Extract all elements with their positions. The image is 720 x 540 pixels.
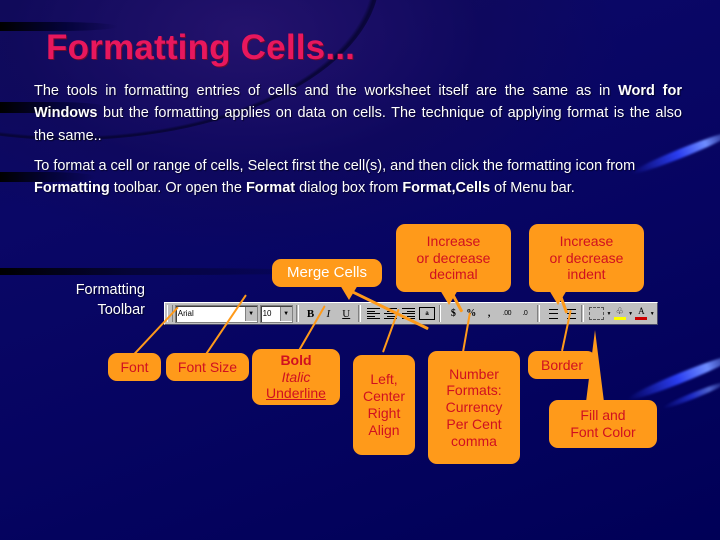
callout-align: Left, Center Right Align — [353, 355, 415, 455]
paragraph-howto-part-4: of Menu bar. — [490, 180, 575, 197]
paragraph-intro-part-2: but the formatting applies on data on ce… — [34, 105, 682, 144]
callout-align-line-1: Center — [362, 388, 406, 405]
callout-merge-cells: Merge Cells — [272, 259, 382, 287]
fill-color-chevron-down-icon[interactable]: ▼ — [627, 305, 635, 322]
font-name-combobox[interactable]: Arial ▼ — [174, 304, 258, 323]
toolbar-separator-3 — [438, 305, 442, 322]
fill-color-swatch — [613, 317, 626, 320]
underline-button[interactable]: U — [337, 304, 355, 323]
slide-canvas: Formatting Cells... The tools in formatt… — [0, 0, 720, 540]
callout-merge-cells-tail — [340, 285, 358, 300]
background-blue-streak-3 — [661, 379, 720, 411]
callout-number-formats-line-3: Per Cent — [446, 415, 502, 432]
merge-cells-icon: a — [418, 307, 435, 320]
increase-decimal-icon: .00 — [502, 310, 512, 317]
merge-and-center-button[interactable]: a — [418, 304, 436, 323]
percent-button[interactable]: % — [462, 304, 480, 323]
toolbar-separator-4 — [536, 305, 540, 322]
background-blue-streak-2 — [626, 350, 720, 404]
decrease-decimal-icon: .0 — [522, 310, 528, 317]
paragraph-howto: To format a cell or range of cells, Sele… — [34, 155, 674, 200]
callout-font: Font — [108, 353, 161, 381]
callout-increase-decimal-line-2: decimal — [429, 266, 478, 283]
callout-align-line-2: Right — [367, 405, 401, 421]
callout-border: Border — [528, 351, 596, 379]
paragraph-howto-part-3: dialog box from — [295, 180, 403, 197]
callout-increase-decimal: Increase or decrease decimal — [396, 224, 511, 292]
paragraph-howto-part-2: toolbar. Or open the — [109, 180, 246, 197]
font-size-chevron-down-icon[interactable]: ▼ — [279, 306, 292, 321]
callout-number-formats-line-1: Formats: — [446, 382, 502, 399]
callout-border-line-0: Border — [540, 356, 584, 373]
callout-align-line-3: Align — [368, 421, 400, 438]
callout-bold: Bold — [280, 351, 312, 368]
callout-increase-indent-line-0: Increase — [559, 232, 614, 249]
callout-increase-indent-line-2: indent — [567, 266, 606, 283]
paragraph-howto-part-1: To format a cell or range of cells, Sele… — [34, 158, 636, 174]
font-color-icon: A — [638, 306, 645, 316]
callout-font-line-0: Font — [120, 358, 149, 375]
align-left-icon — [366, 308, 380, 319]
toolbar-separator-2 — [358, 305, 362, 322]
font-name-chevron-down-icon[interactable]: ▼ — [244, 306, 257, 321]
paragraph-howto-bold-formatting: Formatting — [34, 180, 110, 197]
callout-bold-italic-underline: Bold Italic Underline — [252, 349, 340, 405]
callout-increase-decimal-line-1: or decrease — [416, 249, 491, 266]
callout-underline: Underline — [266, 385, 326, 402]
paragraph-howto-bold-format-cells: Format,Cells — [402, 180, 491, 197]
decrease-indent-icon — [545, 308, 559, 319]
callout-number-formats: Number Formats: Currency Per Cent comma — [428, 351, 520, 464]
formatting-toolbar-label-line1: Formatting — [75, 282, 145, 298]
font-color-button[interactable]: A — [634, 305, 648, 322]
decrease-indent-button[interactable] — [543, 304, 561, 323]
borders-icon — [588, 307, 604, 320]
fill-color-icon: ♧ — [615, 306, 624, 316]
callout-number-formats-line-0: Number — [449, 365, 499, 382]
paragraph-intro-part-1: The tools in formatting entries of cells… — [34, 83, 619, 99]
font-color-chevron-down-icon[interactable]: ▼ — [648, 305, 656, 322]
callout-fill-font-color-line-0: Fill and — [580, 407, 626, 424]
callout-increase-decimal-tail — [440, 290, 458, 305]
formatting-toolbar-label: Formatting Toolbar — [10, 281, 145, 320]
toolbar-separator-1 — [295, 305, 299, 322]
font-size-value: 10 — [262, 309, 272, 318]
callout-font-size: Font Size — [166, 353, 249, 381]
borders-chevron-down-icon[interactable]: ▼ — [605, 305, 613, 322]
paragraph-howto-bold-format: Format — [245, 180, 296, 197]
callout-align-line-0: Left, — [370, 371, 398, 388]
increase-decimal-button[interactable]: .00 — [498, 304, 516, 323]
paragraph-intro: The tools in formatting entries of cells… — [34, 80, 682, 147]
callout-fill-font-color-line-1: Font Color — [570, 424, 636, 440]
callout-merge-cells-line-0: Merge Cells — [286, 264, 368, 281]
callout-number-formats-line-2: Currency — [445, 399, 503, 416]
font-color-swatch — [635, 317, 648, 320]
callout-increase-indent-line-1: or decrease — [549, 249, 624, 266]
fill-color-button[interactable]: ♧ — [613, 305, 627, 322]
callout-italic: Italic — [281, 368, 311, 385]
callout-increase-indent: Increase or decrease indent — [529, 224, 644, 292]
borders-button[interactable] — [587, 304, 605, 323]
callout-font-size-line-0: Font Size — [177, 358, 238, 375]
toolbar-separator-5 — [581, 305, 585, 322]
slide-title: Formatting Cells... — [46, 28, 356, 67]
callout-fill-font-color: Fill and Font Color — [549, 400, 657, 448]
font-size-combobox[interactable]: 10 ▼ — [259, 304, 293, 323]
comma-button[interactable]: , — [480, 304, 498, 323]
callout-increase-decimal-line-0: Increase — [426, 232, 481, 249]
callout-number-formats-line-4: comma — [451, 432, 497, 449]
formatting-toolbar-label-line2: Toolbar — [97, 301, 145, 318]
decrease-decimal-button[interactable]: .0 — [516, 304, 534, 323]
callout-increase-indent-tail — [549, 290, 567, 305]
